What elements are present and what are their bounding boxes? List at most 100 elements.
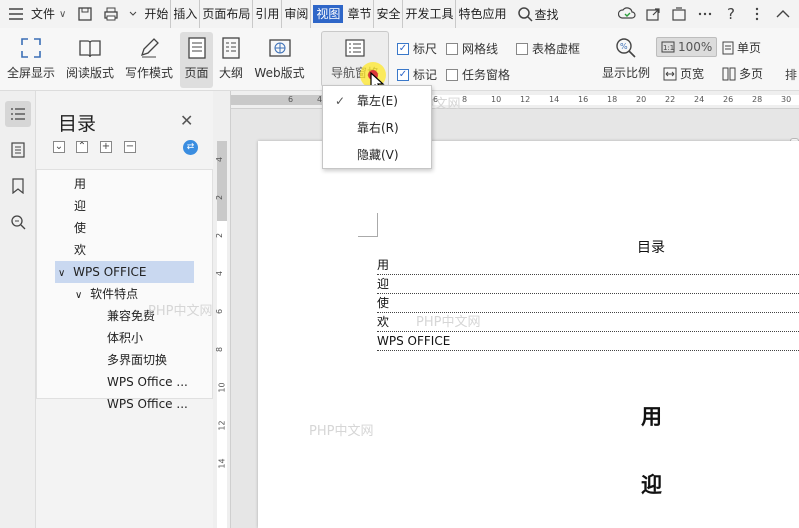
fullscreen-button[interactable]: 全屏显示 xyxy=(6,32,56,81)
gridlines-checkbox[interactable]: 网格线 xyxy=(446,40,498,57)
more-options-icon[interactable] xyxy=(695,4,715,24)
fullscreen-icon xyxy=(20,32,42,64)
horizontal-ruler[interactable]: 64224681012141618202224262830 xyxy=(231,91,799,109)
vertical-ruler[interactable]: 4 2 2 4 6 8 10 12 14 xyxy=(213,91,231,528)
page-width-label: 页宽 xyxy=(680,67,705,81)
ruler-checkbox[interactable]: ✓ 标尺 xyxy=(397,40,437,57)
page-width-button[interactable]: 页宽 xyxy=(663,65,704,82)
toc-item-7[interactable]: 体积小 xyxy=(56,327,214,349)
margin-corner-mark xyxy=(358,213,378,237)
toc-item-4[interactable]: ∨ WPS OFFICE xyxy=(55,261,194,283)
multi-page-button[interactable]: 多页 xyxy=(722,65,763,82)
toc-item-3[interactable]: 欢 xyxy=(56,239,214,261)
ribbon-overflow[interactable]: 排 xyxy=(785,66,797,83)
hamburger-menu-icon[interactable] xyxy=(6,4,26,24)
help-icon[interactable]: ? xyxy=(721,4,741,24)
page-view-label: 页面 xyxy=(184,66,209,80)
toc-item-2[interactable]: 使 xyxy=(56,217,214,239)
menu-item-dock-left[interactable]: ✓ 靠左(E) xyxy=(323,88,431,114)
menu-item-dock-right[interactable]: 靠右(R) xyxy=(323,115,431,141)
chapter-rail-button[interactable] xyxy=(5,137,31,163)
single-page-button[interactable]: 单页 xyxy=(722,39,761,56)
table-gridlines-checkbox[interactable]: 表格虚框 xyxy=(516,40,580,57)
zoom-button[interactable]: % 显示比例 xyxy=(600,32,652,81)
vertical-ruler-tick-label: 14 xyxy=(217,458,227,469)
heading-1: 用 xyxy=(641,405,662,429)
expand-chevron-icon[interactable]: ∨ xyxy=(58,268,65,279)
cloud-sync-icon[interactable] xyxy=(617,4,637,24)
zoom-100-button[interactable]: 1:1 100% xyxy=(656,37,718,57)
zoom-100-label: 100% xyxy=(678,40,713,54)
tab-insert[interactable]: 插入 xyxy=(171,0,201,28)
find-rail-button[interactable] xyxy=(5,209,31,235)
vertical-ruler-tick-label: 12 xyxy=(217,420,227,431)
search-label: 查找 xyxy=(534,7,559,22)
tab-review[interactable]: 审阅 xyxy=(282,0,312,28)
tab-security[interactable]: 安全 xyxy=(374,0,404,28)
expand-chevron-icon[interactable]: ∨ xyxy=(75,290,82,301)
ruler-text-area-vertical xyxy=(217,221,227,528)
list-icon xyxy=(11,108,25,120)
ruler-tick-label: 26 xyxy=(723,95,734,104)
zoom-label: 显示比例 xyxy=(601,66,650,80)
tab-section[interactable]: 章节 xyxy=(345,0,375,28)
web-layout-button[interactable]: Web版式 xyxy=(252,32,307,81)
file-menu[interactable]: 文件 xyxy=(29,0,57,28)
toc-item-9[interactable]: WPS Office ... xyxy=(56,371,214,393)
document-page[interactable]: 目录 用 迎 使 欢 WPS OFFICE 用 迎 xyxy=(258,141,799,528)
tab-special-apps[interactable]: 特色应用 xyxy=(456,0,508,28)
ruler-tick-label: 16 xyxy=(578,95,589,104)
marks-checkbox[interactable]: ✓ 标记 xyxy=(397,66,437,83)
tab-home[interactable]: 开始 xyxy=(142,0,172,28)
toc-item-0[interactable]: 用 xyxy=(56,173,214,195)
table-gridlines-label: 表格虚框 xyxy=(532,42,581,56)
ruler-tick-label: 20 xyxy=(636,95,647,104)
toc-item-8[interactable]: 多界面切换 xyxy=(56,349,214,371)
toc-line-4[interactable]: WPS OFFICE xyxy=(377,332,799,351)
toc-line-1[interactable]: 迎 xyxy=(377,275,799,294)
tab-page-layout[interactable]: 页面布局 xyxy=(200,0,254,28)
outline-view-button[interactable]: 大纲 xyxy=(217,32,245,81)
bookmark-rail-button[interactable] xyxy=(5,173,31,199)
collapse-ribbon-icon[interactable] xyxy=(773,4,793,24)
tab-view[interactable]: 视图 xyxy=(313,5,344,23)
ruler-tick-label: 12 xyxy=(520,95,531,104)
ribbon: 全屏显示 阅读版式 写作模式 页面 大纲 Web版式 导航窗格 ✓ 标尺 网格线 … xyxy=(0,28,799,93)
print-icon[interactable] xyxy=(101,4,121,24)
ruler-tick-label: 6 xyxy=(288,95,294,104)
writing-mode-label: 写作模式 xyxy=(124,66,173,80)
reading-mode-label: 阅读版式 xyxy=(65,66,114,80)
tab-references[interactable]: 引用 xyxy=(253,0,283,28)
collapse-all-icon[interactable]: ⌄ xyxy=(53,141,65,153)
more-vertical-icon[interactable] xyxy=(747,4,767,24)
history-icon[interactable] xyxy=(669,4,689,24)
quick-access-more-icon[interactable] xyxy=(127,4,139,24)
page-view-button[interactable]: 页面 xyxy=(180,32,213,88)
globe-page-icon xyxy=(268,32,292,64)
toc-item-1[interactable]: 迎 xyxy=(56,195,214,217)
pane-settings-icon[interactable]: ⇄ xyxy=(183,140,198,155)
reading-mode-button[interactable]: 阅读版式 xyxy=(64,32,116,81)
vertical-ruler-tick-label: 8 xyxy=(215,346,225,353)
search-button[interactable]: 查找 xyxy=(517,6,559,23)
tab-developer[interactable]: 开发工具 xyxy=(403,0,457,28)
demote-level-icon[interactable]: − xyxy=(124,141,136,153)
file-menu-chevron-icon[interactable]: ∨ xyxy=(59,9,66,20)
toc-heading: 目录 xyxy=(637,240,665,256)
promote-level-icon[interactable]: + xyxy=(100,141,112,153)
open-book-icon xyxy=(78,32,102,64)
toc-item-10[interactable]: WPS Office ... xyxy=(56,393,214,415)
share-icon[interactable] xyxy=(643,4,663,24)
expand-up-icon[interactable]: ⌃ xyxy=(76,141,88,153)
single-page-label: 单页 xyxy=(737,41,762,55)
menu-item-hide[interactable]: 隐藏(V) xyxy=(323,142,431,168)
close-pane-icon[interactable]: ✕ xyxy=(180,111,193,130)
writing-mode-button[interactable]: 写作模式 xyxy=(123,32,175,81)
nav-pane-title: 目录 xyxy=(58,113,97,135)
toc-rail-button[interactable] xyxy=(5,101,31,127)
save-icon[interactable] xyxy=(75,4,95,24)
toc-line-0[interactable]: 用 xyxy=(377,256,799,275)
multi-page-icon xyxy=(722,67,736,80)
outline-icon xyxy=(221,32,241,64)
task-pane-checkbox[interactable]: 任务窗格 xyxy=(446,66,510,83)
